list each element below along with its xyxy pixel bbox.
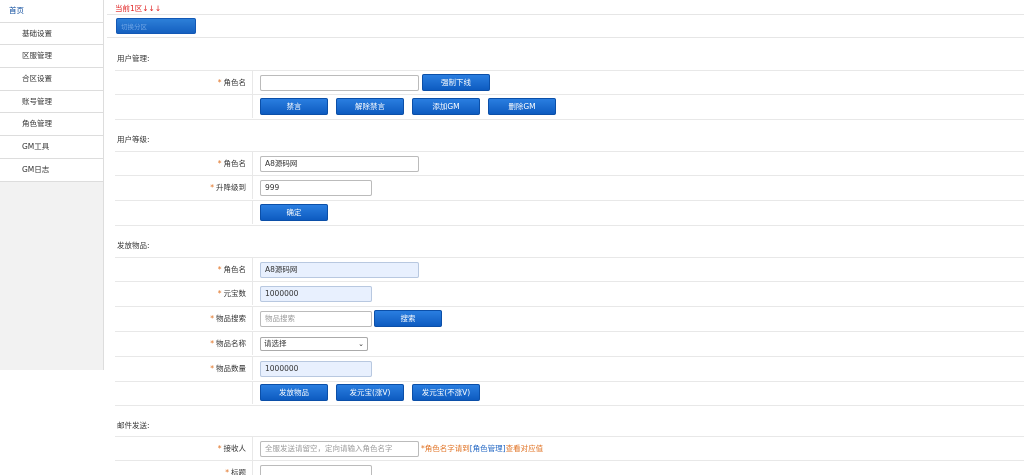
receiver-label: 接收人: [223, 444, 247, 453]
receiver-hint: *角色名字请到[角色管理]查看对应值: [421, 444, 544, 453]
role-manage-link[interactable]: [角色管理]: [470, 444, 506, 453]
subject-label: 标题: [231, 468, 246, 475]
section-title-user-manage: 用户管理:: [117, 54, 150, 63]
form-row-item-actions: 发放物品 发元宝(涨V) 发元宝(不涨V): [115, 381, 1024, 406]
add-gm-button[interactable]: 添加GM: [412, 98, 480, 115]
form-row-item-search: * 物品搜索 物品搜索 搜索: [115, 307, 1024, 332]
chevron-down-icon: ⌄: [358, 340, 364, 348]
divider: [107, 37, 1024, 38]
form-row-item-qty: * 物品数量 1000000: [115, 357, 1024, 382]
confirm-level-button[interactable]: 确定: [260, 204, 328, 221]
send-yuanbao-nov-button[interactable]: 发元宝(不涨V): [412, 384, 480, 401]
unmute-button[interactable]: 解除禁言: [336, 98, 404, 115]
item-search-button[interactable]: 搜索: [374, 310, 442, 327]
role-label: 角色名: [223, 78, 247, 87]
item-name-label: 物品名称: [216, 339, 246, 348]
required-marker: *: [225, 468, 229, 475]
mute-button[interactable]: 禁言: [260, 98, 328, 115]
required-marker: *: [217, 159, 222, 168]
item-search-label: 物品搜索: [216, 314, 246, 323]
role-name-input[interactable]: [260, 75, 419, 91]
item-qty-label: 物品数量: [216, 364, 246, 373]
force-offline-button[interactable]: 强制下线: [422, 74, 490, 91]
subject-input[interactable]: [260, 465, 372, 475]
level-role-name-input[interactable]: A8源码网: [260, 156, 419, 172]
form-row-level-confirm: 确定: [115, 201, 1024, 226]
divider: [107, 14, 1024, 15]
form-row-yuanbao: * 元宝数 1000000: [115, 282, 1024, 307]
section-title-mail: 邮件发送:: [117, 421, 150, 430]
sidebar-item-home[interactable]: 首页: [0, 0, 103, 23]
send-yuanbao-v-button[interactable]: 发元宝(涨V): [336, 384, 404, 401]
select-zone-button[interactable]: 切换分区: [116, 18, 196, 34]
section-title-user-level: 用户等级:: [117, 135, 150, 144]
required-marker: *: [210, 183, 214, 192]
sidebar-item-gm-tools[interactable]: GM工具: [0, 136, 103, 159]
required-marker: *: [210, 364, 214, 373]
item-role-name-input[interactable]: A8源码网: [260, 262, 419, 278]
sidebar-item-account-manage[interactable]: 账号管理: [0, 90, 103, 114]
sidebar-item-basic-settings[interactable]: 基础设置: [0, 22, 103, 46]
level-input[interactable]: 999: [260, 180, 372, 196]
form-row-item-name: * 物品名称 请选择 ⌄: [115, 332, 1024, 357]
form-row-role: * 角色名 强制下线: [115, 70, 1024, 95]
item-qty-input[interactable]: 1000000: [260, 361, 372, 377]
sidebar-item-role-manage[interactable]: 角色管理: [0, 113, 103, 137]
send-item-button[interactable]: 发放物品: [260, 384, 328, 401]
form-row-receiver: * 接收人 全服发送请留空，定向请输入角色名字 *角色名字请到[角色管理]查看对应…: [115, 436, 1024, 461]
section-title-send-items: 发放物品:: [117, 241, 150, 250]
yuanbao-input[interactable]: 1000000: [260, 286, 372, 302]
required-marker: *: [217, 444, 222, 453]
item-name-selected: 请选择: [264, 339, 287, 348]
item-search-input[interactable]: 物品搜索: [260, 311, 372, 327]
required-marker: *: [210, 339, 214, 348]
required-marker: *: [217, 289, 222, 298]
remove-gm-button[interactable]: 删除GM: [488, 98, 556, 115]
main-content: 当前1区↓↓↓ 切换分区 用户管理: * 角色名 强制下线 禁言 解除禁言 添加G…: [107, 0, 1024, 475]
required-marker: *: [217, 265, 222, 274]
yuanbao-label: 元宝数: [223, 289, 247, 298]
sidebar-item-merge-settings[interactable]: 合区设置: [0, 68, 103, 91]
sidebar: 首页 基础设置 区服管理 合区设置 账号管理 角色管理 GM工具 GM日志: [0, 0, 104, 370]
current-zone-text: 当前1区↓↓↓: [115, 4, 162, 13]
item-role-label: 角色名: [223, 265, 247, 274]
required-marker: *: [210, 314, 214, 323]
form-row-level: * 升降级到 999: [115, 176, 1024, 201]
form-row-subject: * 标题: [115, 461, 1024, 475]
sidebar-item-gm-log[interactable]: GM日志: [0, 158, 103, 182]
item-name-select[interactable]: 请选择 ⌄: [260, 337, 368, 351]
sidebar-item-server-manage[interactable]: 区服管理: [0, 45, 103, 69]
level-label: 升降级到: [216, 183, 246, 192]
form-row-level-role: * 角色名 A8源码网: [115, 151, 1024, 176]
receiver-input[interactable]: 全服发送请留空，定向请输入角色名字: [260, 441, 419, 457]
form-row-item-role: * 角色名 A8源码网: [115, 257, 1024, 282]
required-marker: *: [217, 78, 222, 87]
level-role-label: 角色名: [223, 159, 247, 168]
form-row-actions: 禁言 解除禁言 添加GM 删除GM: [115, 95, 1024, 120]
